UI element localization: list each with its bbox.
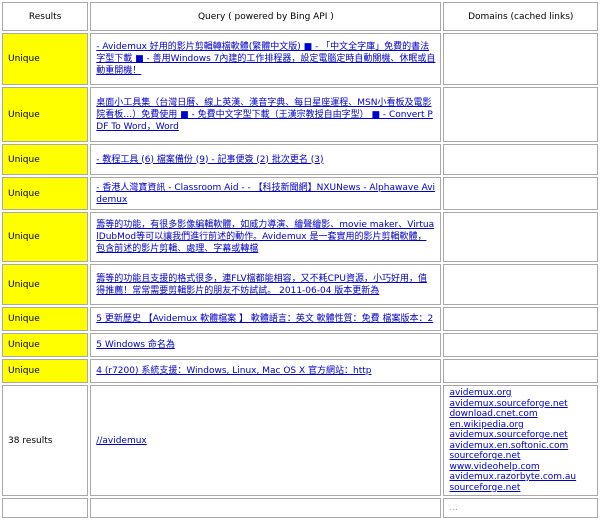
header-query: Query ( powered by Bing API ) bbox=[90, 2, 442, 31]
status-cell: Unique bbox=[2, 212, 89, 262]
domain-link[interactable]: download.cnet.com bbox=[449, 409, 592, 420]
table-row: Unique 5 更新歷史 【Avidemux 軟體檔案 】 軟體語言：英文 軟… bbox=[2, 307, 598, 331]
header-domains: Domains (cached links) bbox=[443, 2, 598, 31]
query-link[interactable]: 籌等的功能，有很多影像編輯軟體，如威力導演、繪聲繪影、movie maker、V… bbox=[96, 219, 435, 255]
domains-cell bbox=[443, 307, 598, 331]
domains-cell bbox=[443, 333, 598, 357]
domains-cell: avidemux.org avidemux.sourceforge.net do… bbox=[443, 385, 598, 496]
query-link[interactable]: 桌面小工具集（台灣日曆、線上英漢、漢音字典、每日星座運程、MSN小看板及電影院看… bbox=[96, 97, 435, 133]
status-cell: Unique bbox=[2, 333, 89, 357]
results-table: Results Query ( powered by Bing API ) Do… bbox=[0, 0, 600, 520]
domain-link[interactable]: avidemux.sourceforge.net bbox=[449, 399, 592, 410]
result-count: 38 results bbox=[2, 385, 89, 496]
query-link[interactable]: 5 更新歷史 【Avidemux 軟體檔案 】 軟體語言：英文 軟體性質：免費 … bbox=[96, 313, 435, 325]
query-link[interactable]: 5 Windows 命名為 bbox=[96, 339, 435, 351]
query-link[interactable]: - 教程工具 (6) 檔案備份 (9) - 記事便簽 (2) 批次更名 (3) bbox=[96, 154, 435, 166]
domains-cell bbox=[443, 212, 598, 262]
domain-link[interactable]: sourceforge.net bbox=[449, 451, 592, 462]
domain-link[interactable]: avidemux.org bbox=[449, 388, 592, 399]
table-row: Unique 籌等的功能，有很多影像編輯軟體，如威力導演、繪聲繪影、movie … bbox=[2, 212, 598, 262]
query-link[interactable]: - Avidemux 好用的影片剪輯轉檔軟體(繁體中文版) ■ - 「中文全字庫… bbox=[96, 41, 435, 77]
table-row: Unique - 香港人灣寶資訊 - Classroom Aid - - 【科技… bbox=[2, 177, 598, 210]
header-row: Results Query ( powered by Bing API ) Do… bbox=[2, 2, 598, 31]
status-cell: Unique bbox=[2, 359, 89, 383]
table-row: 38 results //avidemux avidemux.org avide… bbox=[2, 385, 598, 496]
domains-cell bbox=[443, 177, 598, 210]
domains-cell bbox=[443, 359, 598, 383]
query-link[interactable]: - 香港人灣寶資訊 - Classroom Aid - - 【科技新聞網】NXU… bbox=[96, 182, 435, 206]
query-link[interactable]: 4 (r7200) 系統支援：Windows, Linux, Mac OS X … bbox=[96, 365, 435, 377]
table-row: Unique - 教程工具 (6) 檔案備份 (9) - 記事便簽 (2) 批次… bbox=[2, 144, 598, 175]
query-cell bbox=[90, 498, 442, 518]
domains-cell bbox=[443, 264, 598, 305]
domain-link[interactable]: ... bbox=[449, 503, 592, 514]
domain-link[interactable]: avidemux.sourceforge.net bbox=[449, 430, 592, 441]
result-count bbox=[2, 498, 89, 518]
domain-link[interactable]: sourceforge.net bbox=[449, 483, 592, 494]
status-cell: Unique bbox=[2, 264, 89, 305]
domains-cell bbox=[443, 144, 598, 175]
domain-link[interactable]: en.wikipedia.org bbox=[449, 420, 592, 431]
status-cell: Unique bbox=[2, 177, 89, 210]
header-results: Results bbox=[2, 2, 89, 31]
table-row: Unique 4 (r7200) 系統支援：Windows, Linux, Ma… bbox=[2, 359, 598, 383]
domains-cell bbox=[443, 87, 598, 142]
table-row: ... bbox=[2, 498, 598, 518]
domains-cell bbox=[443, 33, 598, 85]
status-cell: Unique bbox=[2, 307, 89, 331]
table-row: Unique 籌等的功能且支援的格式很多，連FLV檔都能相容，又不耗CPU資源，… bbox=[2, 264, 598, 305]
status-cell: Unique bbox=[2, 144, 89, 175]
query-link[interactable]: 籌等的功能且支援的格式很多，連FLV檔都能相容，又不耗CPU資源，小巧好用，值得… bbox=[96, 273, 435, 297]
domain-link[interactable]: avidemux.razorbyte.com.au bbox=[449, 472, 592, 483]
status-cell: Unique bbox=[2, 33, 89, 85]
table-row: Unique 桌面小工具集（台灣日曆、線上英漢、漢音字典、每日星座運程、MSN小… bbox=[2, 87, 598, 142]
domain-link[interactable]: www.videohelp.com bbox=[449, 462, 592, 473]
table-row: Unique 5 Windows 命名為 bbox=[2, 333, 598, 357]
domains-cell: ... bbox=[443, 498, 598, 518]
status-cell: Unique bbox=[2, 87, 89, 142]
query-link[interactable]: //avidemux bbox=[96, 435, 435, 447]
table-row: Unique - Avidemux 好用的影片剪輯轉檔軟體(繁體中文版) ■ -… bbox=[2, 33, 598, 85]
domain-link[interactable]: avidemux.en.softonic.com bbox=[449, 441, 592, 452]
